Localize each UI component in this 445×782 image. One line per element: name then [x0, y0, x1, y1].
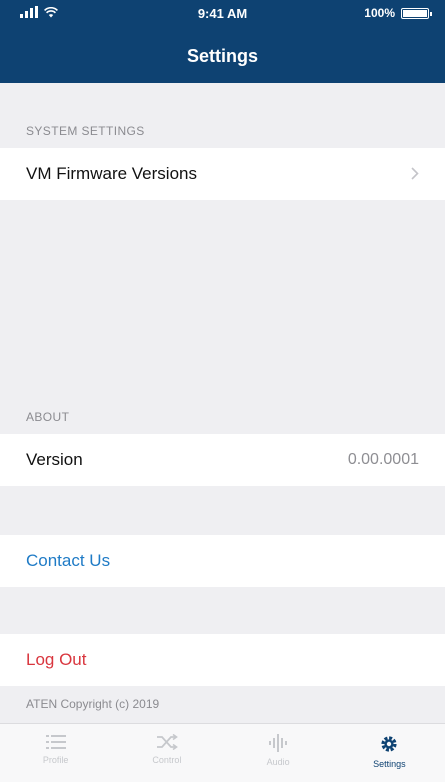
tab-profile-label: Profile	[42, 755, 69, 765]
tab-audio[interactable]: Audio	[223, 724, 334, 782]
page-title: Settings	[186, 46, 258, 66]
system-settings-header: SYSTEM SETTINGS	[26, 124, 145, 138]
tab-control[interactable]: Control	[111, 724, 222, 782]
battery-status: 100%	[364, 6, 432, 20]
shuffle-icon	[156, 734, 178, 750]
about-header: ABOUT	[26, 410, 70, 424]
status-bar: 9:41 AM 100%	[0, 0, 445, 26]
tab-settings[interactable]: Settings	[334, 724, 445, 782]
tab-profile[interactable]: Profile	[0, 724, 111, 782]
tab-bar: Profile Control Audio Settings	[0, 723, 445, 782]
vm-firmware-versions-label: VM Firmware Versions	[26, 164, 197, 183]
contact-us-button[interactable]: Contact Us	[0, 535, 445, 587]
tab-audio-label: Audio	[266, 757, 290, 767]
vm-firmware-versions-row[interactable]: VM Firmware Versions	[0, 148, 445, 200]
battery-percent: 100%	[364, 6, 395, 20]
log-out-button[interactable]: Log Out	[0, 634, 445, 686]
gear-icon	[381, 736, 397, 752]
tab-control-label: Control	[152, 755, 182, 765]
navigation-header: 9:41 AM 100% Settings	[0, 0, 445, 83]
copyright-text: ATEN Copyright (c) 2019	[26, 697, 160, 711]
battery-icon	[401, 7, 432, 19]
screen: 9:41 AM 100% Settings SYSTEM SETTINGS VM…	[0, 0, 445, 782]
contact-us-label: Contact Us	[26, 551, 111, 570]
tab-settings-label: Settings	[373, 759, 406, 769]
chevron-right-icon	[411, 164, 419, 185]
list-icon	[45, 735, 66, 749]
version-value: 0.00.0001	[347, 451, 419, 468]
audio-wave-icon	[269, 734, 288, 752]
version-label: Version	[26, 450, 83, 469]
log-out-label: Log Out	[26, 650, 87, 669]
version-row: Version 0.00.0001	[0, 434, 445, 486]
